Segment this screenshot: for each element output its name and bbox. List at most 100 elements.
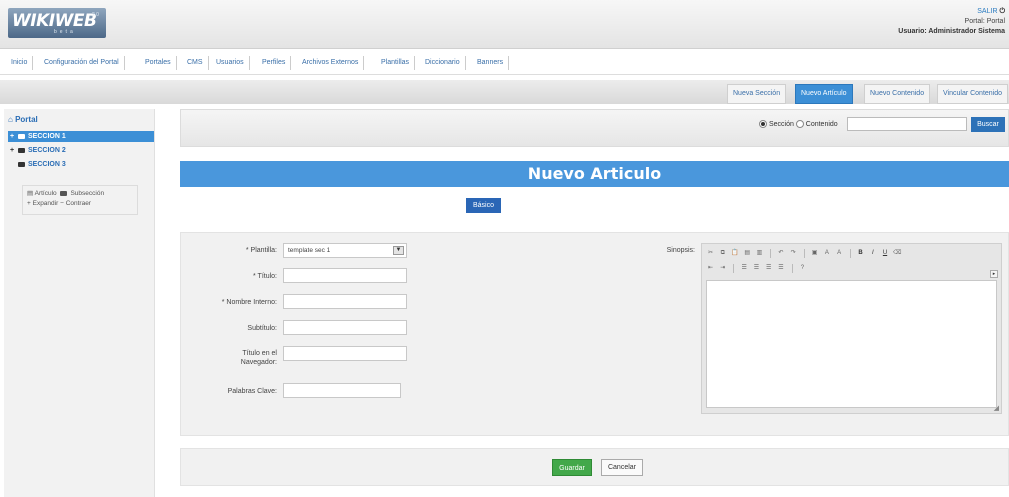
undo-icon[interactable]: ↶ [776, 249, 785, 258]
main-menu: Inicio Configuración del Portal Portales… [0, 52, 1009, 75]
tree-root[interactable]: ⌂ Portal [8, 115, 38, 124]
wikiweb-logo[interactable]: WIKIWEB 2.0 beta [8, 8, 106, 38]
logo-version: 2.0 [92, 12, 99, 18]
cancelar-button[interactable]: Cancelar [601, 459, 643, 476]
bold-icon[interactable]: B [856, 249, 865, 258]
current-portal: Portal: Portal [964, 18, 1005, 25]
tree-item-seccion-1[interactable]: + SECCION 1 [8, 131, 154, 142]
radio-contenido-label: Contenido [805, 120, 838, 128]
radio-seccion-label: Sección [768, 120, 794, 128]
legend-expandir: Expandir [32, 200, 59, 207]
legend-articulo: Artículo [34, 190, 57, 197]
menu-item-diccionario[interactable]: Diccionario [420, 56, 466, 70]
paste-word-icon[interactable]: ▥ [755, 249, 764, 258]
editor-toolbar-row-1: ✂ ⧉ 📋 ▤ ▥ ↶ ↷ ▣ A A B I U ⌫ [706, 249, 903, 261]
bg-color-icon[interactable]: A [835, 249, 844, 258]
menu-item-perfiles[interactable]: Perfiles [257, 56, 292, 70]
underline-icon[interactable]: U [881, 249, 890, 258]
tree-item-seccion-2[interactable]: + SECCION 2 [8, 145, 154, 156]
editor-toolbar-row-2: ⇤ ⇥ ☰ ☰ ☰ ☰ ? [706, 264, 808, 276]
minus-icon: − [60, 200, 64, 207]
toolbar-separator [791, 264, 793, 273]
italic-icon[interactable]: I [868, 249, 877, 258]
titulo-label: * Título: [253, 273, 277, 280]
search-input[interactable] [847, 117, 967, 131]
user-info: SALIR ⏻ Portal: Portal Usuario: Administ… [898, 7, 1005, 37]
tab-nueva-seccion[interactable]: Nueva Sección [727, 84, 787, 104]
tab-nuevo-articulo[interactable]: Nuevo Artículo [795, 84, 853, 104]
tree-item-label: SECCION 1 [28, 133, 66, 140]
logout-link[interactable]: SALIR [977, 8, 997, 15]
paste-text-icon[interactable]: ▤ [743, 249, 752, 258]
logo-text: WIKIWEB [12, 11, 97, 31]
outdent-icon[interactable]: ⇤ [706, 264, 715, 273]
chevron-down-icon[interactable]: ▼ [393, 246, 404, 255]
sinopsis-label: Sinopsis: [666, 247, 695, 254]
search-bar: Sección Contenido Buscar [180, 109, 1009, 147]
folder-icon [18, 161, 25, 167]
nombre-interno-field[interactable] [283, 294, 407, 309]
tab-vincular-contenido[interactable]: Vincular Contenido [937, 84, 1009, 104]
expand-icon[interactable]: + [8, 131, 16, 142]
align-center-icon[interactable]: ☰ [752, 264, 761, 273]
folder-icon [60, 190, 68, 196]
toolbar-collapse-icon[interactable]: ▸ [990, 270, 998, 278]
buscar-button[interactable]: Buscar [971, 117, 1005, 132]
home-icon: ⌂ [8, 115, 13, 124]
plus-icon: + [27, 200, 31, 207]
guardar-button[interactable]: Guardar [552, 459, 592, 476]
menu-item-plantillas[interactable]: Plantillas [376, 56, 416, 70]
align-left-icon[interactable]: ☰ [740, 264, 749, 273]
power-icon[interactable]: ⏻ [999, 8, 1005, 15]
toolbar-separator [803, 249, 805, 258]
sinopsis-textarea[interactable] [706, 280, 997, 408]
sub-navigation: Nueva Sección Nuevo Artículo Nuevo Conte… [0, 80, 1009, 104]
plantilla-value: template sec 1 [288, 247, 331, 254]
button-bar: Guardar Cancelar [180, 448, 1009, 486]
align-justify-icon[interactable]: ☰ [776, 264, 785, 273]
folder-icon [18, 147, 25, 153]
sidebar: ⌂ Portal + SECCION 1 + SECCION 2 SECCION 3… [4, 109, 155, 497]
tree-legend: ▤ Artículo Subsección + Expandir − Contr… [22, 185, 138, 215]
menu-item-configuracion[interactable]: Configuración del Portal [39, 56, 125, 70]
image-icon[interactable]: ▣ [810, 249, 819, 258]
text-color-icon[interactable]: A [822, 249, 831, 258]
nombre-interno-label: * Nombre Interno: [221, 299, 277, 306]
radio-contenido[interactable] [795, 120, 804, 128]
plantilla-select[interactable]: template sec 1 ▼ [283, 243, 407, 258]
copy-icon[interactable]: ⧉ [718, 249, 727, 258]
align-right-icon[interactable]: ☰ [764, 264, 773, 273]
redo-icon[interactable]: ↷ [789, 249, 798, 258]
tab-nuevo-contenido[interactable]: Nuevo Contenido [864, 84, 931, 104]
resize-grip-icon[interactable]: ◢ [994, 404, 999, 412]
tab-basico[interactable]: Básico [466, 198, 501, 213]
menu-item-cms[interactable]: CMS [182, 56, 209, 70]
legend-subseccion: Subsección [70, 190, 105, 197]
logo-subtitle: beta [54, 29, 76, 35]
menu-item-usuarios[interactable]: Usuarios [211, 56, 250, 70]
titulo-navegador-field[interactable] [283, 346, 407, 361]
subtitulo-field[interactable] [283, 320, 407, 335]
tree-item-seccion-3[interactable]: SECCION 3 [8, 159, 154, 170]
titulo-field[interactable] [283, 268, 407, 283]
document-icon: ▤ [27, 190, 34, 197]
eraser-icon[interactable]: ⌫ [893, 249, 902, 258]
menu-item-portales[interactable]: Portales [140, 56, 177, 70]
indent-icon[interactable]: ⇥ [718, 264, 727, 273]
palabras-clave-field[interactable] [283, 383, 401, 398]
help-icon[interactable]: ? [798, 264, 807, 273]
legend-contraer: Contraer [65, 200, 91, 207]
search-scope: Sección Contenido [759, 120, 838, 128]
expand-icon[interactable]: + [8, 145, 16, 156]
sinopsis-editor: ✂ ⧉ 📋 ▤ ▥ ↶ ↷ ▣ A A B I U ⌫ ⇤ ⇥ ☰ ☰ ☰ ☰ [701, 243, 1002, 414]
tree-root-label: Portal [15, 115, 38, 124]
menu-item-inicio[interactable]: Inicio [6, 56, 34, 70]
cut-icon[interactable]: ✂ [706, 249, 715, 258]
paste-icon[interactable]: 📋 [730, 249, 739, 258]
menu-item-archivos-externos[interactable]: Archivos Externos [297, 56, 365, 70]
toolbar-separator [770, 249, 772, 258]
subtitulo-label: Subtítulo: [247, 325, 277, 332]
menu-item-banners[interactable]: Banners [472, 56, 510, 70]
tree-item-label: SECCION 3 [28, 161, 66, 168]
radio-seccion[interactable] [759, 120, 767, 128]
